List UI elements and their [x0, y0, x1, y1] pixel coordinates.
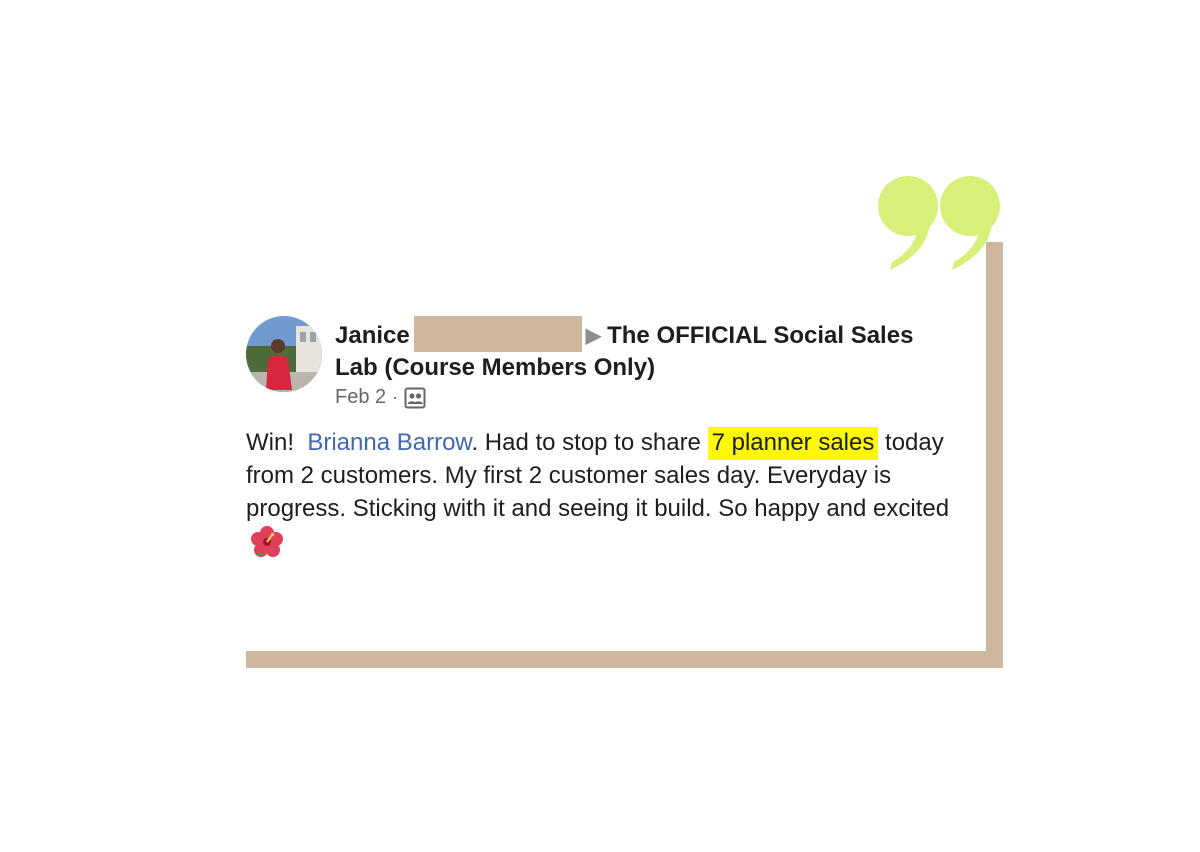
arrow-right-icon: ▶ [585, 325, 602, 347]
highlighted-phrase: 7 planner sales [707, 427, 879, 460]
post-lead: Win! [246, 429, 294, 456]
hibiscus-icon [251, 526, 283, 557]
post-date[interactable]: Feb 2 [335, 386, 386, 409]
author-name[interactable]: Janice [335, 322, 410, 349]
frame-border-right [986, 242, 1003, 668]
testimonial-canvas: Janice ▶ The OFFICIAL Social Sales Lab (Co… [0, 0, 1200, 852]
group-members-icon [404, 387, 426, 408]
meta-separator: · [392, 387, 399, 407]
post-body-part: . Had to stop to share [471, 429, 708, 456]
post-meta: Feb 2 · [335, 386, 426, 409]
post-header: Janice ▶ The OFFICIAL Social Sales Lab (Co… [335, 316, 955, 384]
closing-quote-icon [878, 176, 1000, 270]
mention-link[interactable]: Brianna Barrow [307, 429, 471, 456]
post-body: Win! Brianna Barrow. Had to stop to shar… [246, 426, 966, 559]
author-avatar[interactable] [246, 316, 322, 392]
frame-border-bottom [246, 651, 1003, 668]
redacted-surname [413, 316, 582, 352]
